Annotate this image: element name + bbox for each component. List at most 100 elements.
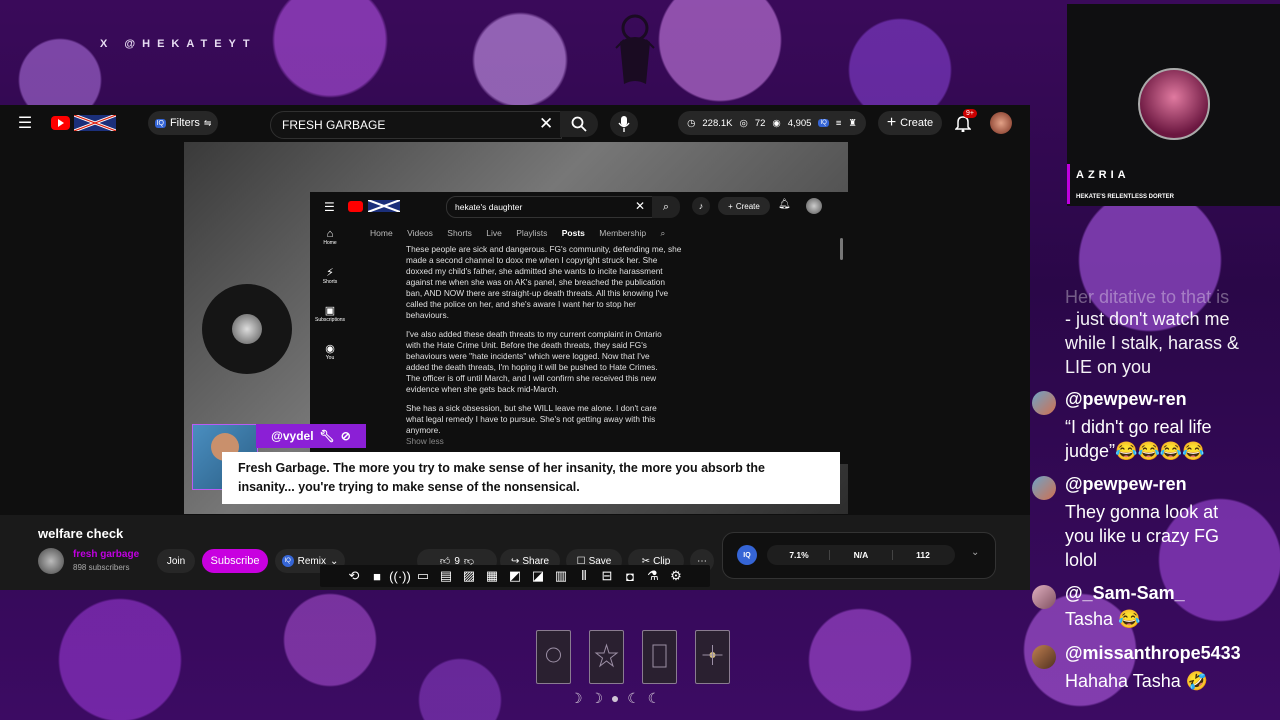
chatter-name-bar: @vydel 🔧︎ ⊘ — [256, 424, 366, 448]
calendar-icon[interactable]: ▤ — [435, 568, 458, 584]
channel-name[interactable]: fresh garbage — [73, 549, 139, 560]
sidebar-item-shorts: ⚡︎ Shorts — [310, 266, 350, 304]
gear-icon[interactable]: ⚙ — [665, 568, 688, 584]
tab-shorts: Shorts — [447, 228, 472, 238]
eye-icon: ◎ — [739, 117, 748, 129]
chat-partial-message: Her ditative to that is - just don't wat… — [1032, 285, 1280, 377]
name-accent-bar — [1067, 164, 1070, 204]
tarot-card-burst-icon — [695, 630, 730, 684]
subscribe-button[interactable]: Subscribe — [202, 549, 268, 573]
inner-avatar — [806, 198, 822, 214]
chat-line: judge”😂😂😂😂 — [1065, 441, 1205, 461]
create-button[interactable]: + Create — [878, 111, 942, 135]
search-input[interactable]: FRESH GARBAGE ✕ — [270, 111, 562, 139]
subscriptions-icon: ▣ — [324, 305, 336, 317]
clear-search-icon[interactable]: ✕ — [539, 114, 553, 134]
chat-message: @pewpew-ren “I didn't go real life judge… — [1032, 389, 1280, 469]
stop-icon[interactable]: ■ — [366, 569, 389, 584]
chat-message-box: Fresh Garbage. The more you try to make … — [222, 452, 840, 504]
chat-line: while I stalk, harass & — [1065, 333, 1240, 353]
skull-icon — [232, 314, 262, 344]
channel-avatar[interactable] — [38, 548, 64, 574]
wrench-icon: 🔧︎ — [319, 429, 335, 443]
frame-icon[interactable]: ▦ — [481, 568, 504, 584]
video-title: welfare check — [38, 526, 124, 541]
sidebar-item-label: You — [325, 355, 335, 361]
post-spacer — [406, 321, 840, 329]
post-spacer — [406, 395, 840, 403]
broadcast-icon[interactable]: ((·)) — [389, 569, 412, 584]
sliders-icon: ⇋ — [203, 117, 212, 128]
iq-badge: IQ — [818, 119, 829, 127]
transform-icon[interactable]: ◪ — [527, 568, 550, 584]
youtube-logo-icon — [348, 201, 363, 212]
iq-stat-na: N/A — [829, 550, 893, 560]
filters-button[interactable]: IQ Filters ⇋ — [148, 111, 218, 135]
shorts-icon: ⚡︎ — [326, 267, 334, 279]
flask-icon[interactable]: ⚗ — [642, 568, 665, 584]
chat-username: @pewpew-ren — [1065, 474, 1187, 494]
iq-badge: IQ — [737, 545, 757, 565]
streamer-name: AZRIA — [1076, 169, 1130, 181]
split-icon[interactable]: ⫴ — [573, 568, 596, 584]
microphone-icon: ♪ — [692, 197, 710, 215]
post-line: behaviours were "hate incidents" which w… — [406, 351, 650, 361]
eyes-stat: 4,905 — [787, 117, 812, 129]
hekate-emblem-icon — [615, 14, 655, 84]
eye-icon: ◉ — [772, 117, 781, 129]
iq-badge: IQ — [281, 555, 294, 567]
chatter-username: @vydel — [271, 429, 314, 443]
social-handle: X @HEKATEYT — [100, 38, 257, 50]
notifications-button[interactable]: 9+ — [953, 109, 977, 133]
chat-avatar — [1032, 645, 1056, 669]
tarot-card-sun-icon — [536, 630, 571, 684]
menu-icon[interactable]: ☰ — [16, 114, 34, 132]
tarot-card-star-icon — [589, 630, 624, 684]
camera-icon[interactable]: ◘ — [619, 569, 642, 584]
microphone-icon — [618, 116, 630, 132]
iq-stat-value: 112 — [916, 550, 930, 560]
youtube-window: ☰ IQ Filters ⇋ FRESH GARBAGE ✕ ◷ 228.1K ◎… — [0, 105, 1030, 590]
post-line: doxxed my child's father, she admitted s… — [406, 266, 663, 276]
account-avatar[interactable] — [990, 112, 1012, 134]
clock-icon: ◷ — [687, 117, 696, 129]
search-icon: ⌕ — [652, 196, 680, 218]
moon-phases-icon: ☽ ☽ ● ☾ ☾ — [570, 690, 663, 706]
caption-icon[interactable]: ▥ — [550, 568, 573, 584]
chevron-down-icon[interactable]: ⌄ — [971, 547, 979, 558]
youtube-logo-icon[interactable] — [51, 116, 70, 130]
chat-line: LIE on you — [1065, 357, 1152, 377]
inner-create-button: + Create — [718, 197, 770, 215]
voice-search-button[interactable] — [610, 111, 638, 137]
filter-icon[interactable]: ◩ — [504, 568, 527, 584]
menu-icon: ☰ — [324, 200, 335, 214]
chat-line: - just don't watch me — [1065, 309, 1230, 329]
tab-playlists: Playlists — [516, 228, 548, 238]
video-player[interactable]: ☰ hekate's daughter ✕ ⌕ ♪ + Create 🔔︎ ⌂ Ho… — [184, 142, 848, 514]
search-button[interactable] — [560, 111, 598, 137]
picture-icon[interactable]: ▨ — [458, 568, 481, 584]
join-button[interactable]: Join — [157, 549, 195, 573]
post-line: She has a sick obsession, but she WILL l… — [406, 403, 657, 413]
post-line: These people are sick and dangerous. FG'… — [406, 244, 682, 254]
sidebar-item-label: Shorts — [322, 279, 338, 285]
create-label: Create — [900, 117, 934, 129]
extension-toolbar: ⟲ ■ ((·)) ▭ ▤ ▨ ▦ ◩ ◪ ▥ ⫴ ⊟ ◘ ⚗ ⚙ — [320, 565, 710, 587]
tab-videos: Videos — [407, 228, 433, 238]
plus-icon: + — [728, 201, 733, 211]
screen-icon[interactable]: ▭ — [412, 568, 435, 584]
iq-stats-panel: IQ 7.1% N/A 112 ⌄ — [722, 532, 996, 579]
inner-sidebar: ⌂ Home ⚡︎ Shorts ▣ Subscriptions ◉ You — [310, 228, 350, 380]
chat-message: @_Sam-Sam_ Tasha 😂 — [1032, 583, 1280, 633]
chat-username: @_Sam-Sam_ — [1065, 583, 1185, 603]
chat-message: @missanthrope5433 Hahaha Tasha 🤣 — [1032, 643, 1280, 693]
sidebar-item-subscriptions: ▣ Subscriptions — [310, 304, 350, 342]
layout-icon[interactable]: ⊟ — [596, 568, 619, 584]
plus-icon: + — [886, 114, 897, 131]
chat-line: “I didn't go real life — [1065, 417, 1212, 437]
watching-stat: 72 — [754, 117, 766, 129]
loop-icon[interactable]: ⟲ — [343, 568, 366, 584]
channel-flag-icon — [368, 200, 400, 212]
stats-pill: ◷ 228.1K ◎ 72 ◉ 4,905 IQ ≡ ♜ — [678, 111, 866, 135]
chat-line: lolol — [1065, 550, 1098, 570]
